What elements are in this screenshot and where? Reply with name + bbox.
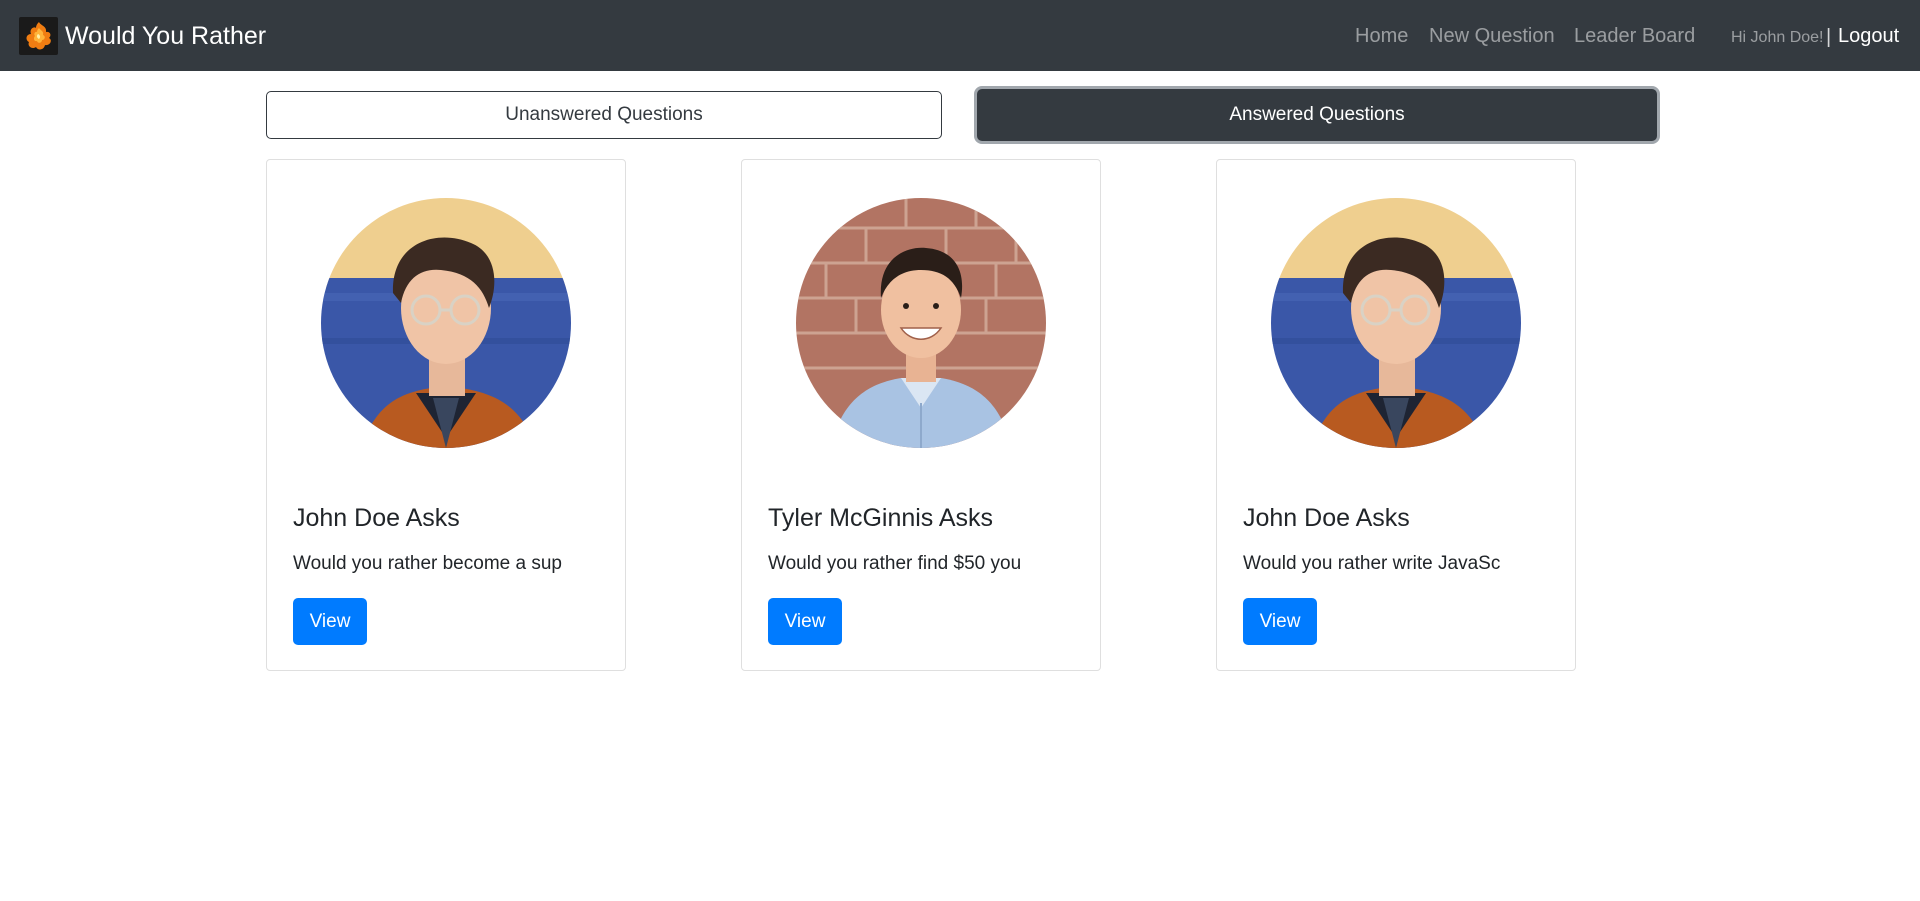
card-title: John Doe Asks [1243,504,1410,532]
tyler-mcginnis-avatar [796,198,1046,448]
logout-link[interactable]: Logout [1838,23,1899,49]
tab-answered-questions[interactable]: Answered Questions [977,89,1657,141]
nav-separator: | [1826,26,1832,48]
nav-links: Home New Question Leader Board Hi John D… [0,0,1920,71]
tab-unanswered-questions[interactable]: Unanswered Questions [266,91,942,139]
nav-new-question-link[interactable]: New Question [1429,23,1555,49]
question-card: Tyler McGinnis Asks Would you rather fin… [741,159,1101,671]
card-question-preview: Would you rather find $50 you [768,553,1022,574]
question-card: John Doe Asks Would you rather write Jav… [1216,159,1576,671]
john-doe-avatar [321,198,571,448]
nav-leader-board-link[interactable]: Leader Board [1574,23,1695,49]
view-button[interactable]: View [293,598,367,645]
card-question-preview: Would you rather become a sup [293,553,562,574]
john-doe-avatar [1271,198,1521,448]
nav-home-link[interactable]: Home [1355,23,1408,49]
view-button[interactable]: View [768,598,842,645]
view-button[interactable]: View [1243,598,1317,645]
card-title: Tyler McGinnis Asks [768,504,994,532]
navbar: Would You Rather Home New Question Leade… [0,0,1920,71]
card-question-preview: Would you rather write JavaSc [1243,553,1501,574]
user-greeting: Hi John Doe! [1731,29,1824,46]
question-card: John Doe Asks Would you rather become a … [266,159,626,671]
card-title: John Doe Asks [293,504,460,532]
